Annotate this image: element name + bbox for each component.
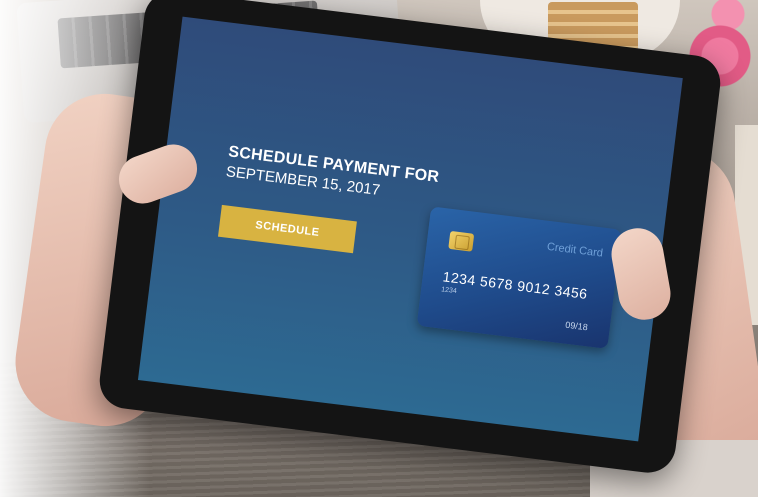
schedule-button[interactable]: SCHEDULE	[218, 204, 357, 254]
photo-background: SCHEDULE PAYMENT FOR SEPTEMBER 15, 2017 …	[0, 0, 758, 497]
card-brand-label: Credit Card	[546, 240, 604, 260]
tablet-screen: SCHEDULE PAYMENT FOR SEPTEMBER 15, 2017 …	[137, 16, 683, 442]
card-number: 1234 5678 9012 3456	[441, 268, 589, 303]
payment-headline: SCHEDULE PAYMENT FOR SEPTEMBER 15, 2017	[225, 143, 440, 206]
card-small-number: 1234	[440, 286, 458, 296]
card-expiry: 09/18	[564, 319, 589, 333]
credit-card: Credit Card 1234 5678 9012 3456 1234 09/…	[416, 206, 622, 349]
chip-icon	[448, 230, 475, 252]
